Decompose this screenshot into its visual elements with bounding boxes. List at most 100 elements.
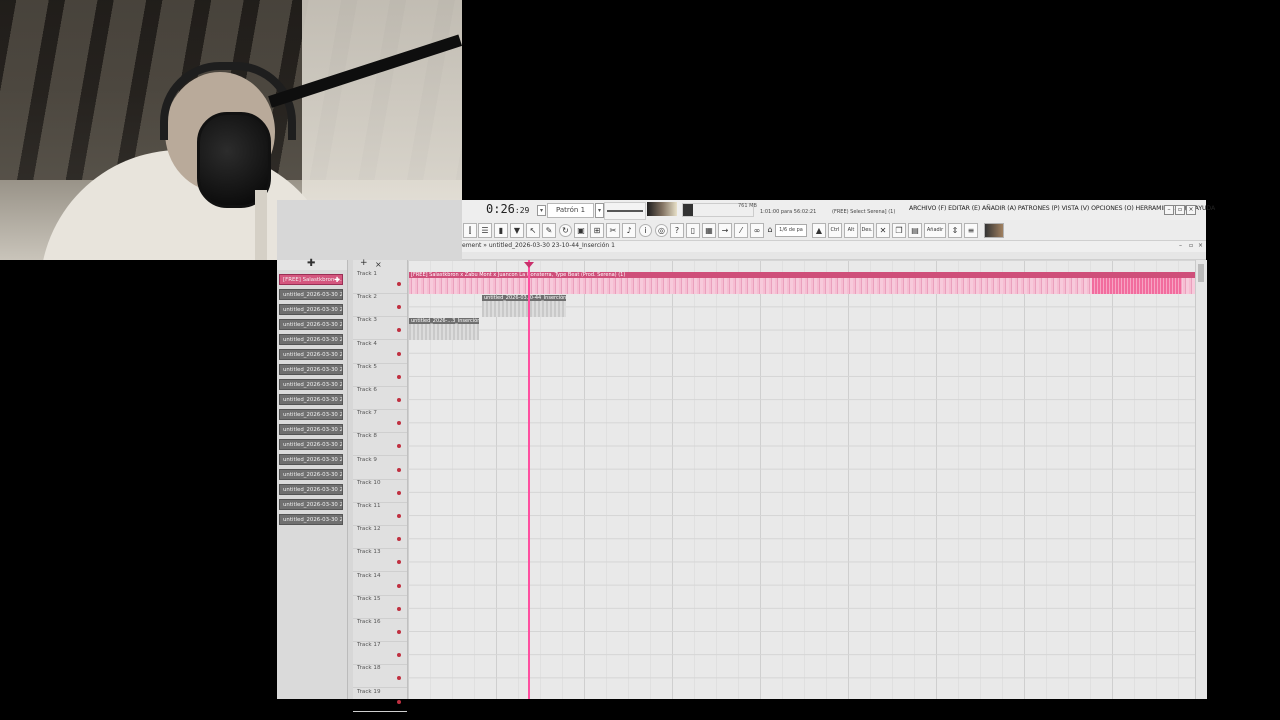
close-track-icon[interactable]: ×: [375, 260, 382, 269]
track-header[interactable]: Track 17: [353, 641, 407, 666]
brush-icon[interactable]: ✎: [542, 223, 556, 238]
track-mute-icon[interactable]: [397, 305, 401, 310]
track-mute-icon[interactable]: [397, 537, 401, 542]
track-mute-icon[interactable]: [397, 282, 401, 286]
vertical-scrollbar[interactable]: [1195, 260, 1207, 699]
minimize-playlist-icon[interactable]: –: [1179, 242, 1182, 249]
track-header[interactable]: Track 5: [353, 363, 407, 387]
picker-clip[interactable]: untitled_2026-03-30 23-...: [279, 379, 343, 390]
picker-clip[interactable]: untitled_2026-03-30 23-...: [279, 364, 343, 375]
minimize-icon[interactable]: –: [1164, 205, 1174, 215]
playhead[interactable]: [528, 260, 530, 699]
picker-clip[interactable]: untitled_2026-03-30 23-...: [279, 349, 343, 360]
track-mute-icon[interactable]: [397, 444, 401, 449]
track-header[interactable]: Track 1: [353, 270, 407, 294]
des-button[interactable]: Des.: [860, 223, 874, 238]
playlist-grid[interactable]: [408, 260, 1195, 699]
online-icon[interactable]: ◎: [655, 224, 668, 237]
pattern-dropdown-icon[interactable]: ▾: [595, 203, 604, 218]
track-mute-icon[interactable]: [397, 606, 401, 611]
track-mute-icon[interactable]: [397, 490, 401, 495]
track-mute-icon[interactable]: [397, 351, 401, 356]
track-header[interactable]: Track 13: [353, 548, 407, 573]
close-playlist-icon[interactable]: ×: [1198, 242, 1203, 249]
timeline-ruler[interactable]: [462, 252, 1206, 260]
pattern-selector[interactable]: Patrón 1: [547, 203, 594, 218]
playlist-icon[interactable]: ☰: [478, 223, 492, 238]
picker-clip[interactable]: [FREE] Salastkbron a... ✚: [279, 274, 343, 285]
snap-selector[interactable]: 1/6 de pa: [775, 224, 807, 237]
delete-icon[interactable]: ✕: [876, 223, 890, 238]
loop-icon[interactable]: ↻: [559, 224, 572, 237]
track-mute-icon[interactable]: [397, 676, 401, 681]
track-mute-icon[interactable]: [397, 514, 401, 518]
picker-clip[interactable]: untitled_2026-03-30 23-...: [279, 469, 343, 480]
track-mute-icon[interactable]: [397, 398, 401, 402]
track-mute-icon[interactable]: [397, 467, 401, 472]
add-icon[interactable]: ✚: [307, 258, 315, 269]
picker-clip[interactable]: untitled_2026-03-30 23-...: [279, 514, 343, 525]
audio-clip-main[interactable]: [FREE] Salastkbron x Zabu Mont x Juancon…: [409, 272, 1195, 294]
track-header[interactable]: Track 16: [353, 618, 407, 642]
audio-clip-b[interactable]: untitled_2026-...3_Inserción1: [409, 318, 479, 340]
track-header[interactable]: Track 8: [353, 432, 407, 457]
track-mute-icon[interactable]: [397, 328, 401, 333]
track-header[interactable]: Track 3: [353, 316, 407, 341]
picker-clip[interactable]: untitled_2026-03-30 23-...: [279, 394, 343, 405]
cursor-icon[interactable]: ↖: [526, 223, 540, 238]
doc-icon[interactable]: ▯: [686, 223, 700, 238]
picker-clip[interactable]: untitled_2026-03-30 23-...: [279, 439, 343, 450]
track-header[interactable]: Track 11: [353, 502, 407, 526]
track-header[interactable]: Track 19: [353, 688, 407, 712]
picker-clip[interactable]: untitled_2026-03-30 23-...: [279, 499, 343, 510]
picker-clip[interactable]: untitled_2026-03-30 23-...: [279, 454, 343, 465]
track-header[interactable]: Track 9: [353, 456, 407, 480]
track-header[interactable]: Track 2: [353, 293, 407, 318]
track-header[interactable]: Track 7: [353, 409, 407, 434]
track-mute-icon[interactable]: [397, 699, 401, 704]
track-header[interactable]: Track 12: [353, 525, 407, 550]
track-header[interactable]: Track 4: [353, 340, 407, 364]
copy-icon[interactable]: ❐: [892, 223, 906, 238]
track-header[interactable]: Track 6: [353, 386, 407, 410]
scissors-icon[interactable]: ✂: [606, 223, 620, 238]
track-header[interactable]: Track 14: [353, 572, 407, 596]
maximize-playlist-icon[interactable]: ▫: [1189, 242, 1193, 249]
restore-icon[interactable]: ▫: [1175, 205, 1185, 215]
clock-dropdown-icon[interactable]: ▾: [537, 205, 546, 216]
picker-clip[interactable]: untitled_2026-03-30 23-...: [279, 484, 343, 495]
clip-add-icon[interactable]: ✚: [334, 275, 340, 284]
close-icon[interactable]: ×: [1186, 205, 1196, 215]
ctrl-button[interactable]: Ctrl: [828, 223, 842, 238]
track-mute-icon[interactable]: [397, 421, 401, 426]
track-mute-icon[interactable]: [397, 374, 401, 379]
track-mute-icon[interactable]: [397, 560, 401, 565]
zoom-icon[interactable]: ⇕: [948, 223, 962, 238]
help-icon[interactable]: ?: [670, 223, 684, 238]
mic-icon[interactable]: ♪: [622, 223, 636, 238]
link-icon[interactable]: ∞: [750, 223, 764, 238]
song-position-clock[interactable]: 0:26:29: [486, 202, 529, 216]
pencil-icon[interactable]: ⁄: [734, 223, 748, 238]
picker-clip[interactable]: untitled_2026-03-30 23-...: [279, 409, 343, 420]
grid-icon[interactable]: ⊞: [590, 223, 604, 238]
picker-clip[interactable]: untitled_2026-03-30 23-...: [279, 289, 343, 300]
track-mute-icon[interactable]: [397, 583, 401, 588]
plugin-icon[interactable]: ▼: [510, 223, 524, 238]
paste-icon[interactable]: ▤: [908, 223, 922, 238]
piano-icon[interactable]: ▮: [494, 223, 508, 238]
stamp-icon[interactable]: ▲: [812, 223, 826, 238]
picker-clip[interactable]: untitled_2026-03-30 23-...: [279, 304, 343, 315]
scrollbar-thumb[interactable]: [1198, 264, 1204, 282]
track-mute-icon[interactable]: [397, 630, 401, 634]
add-track-icon[interactable]: +: [360, 258, 368, 268]
info-icon[interactable]: i: [639, 224, 652, 237]
mixer-icon[interactable]: ⫿: [463, 223, 477, 238]
save-icon[interactable]: ▣: [574, 223, 588, 238]
alt-button[interactable]: Alt: [844, 223, 858, 238]
track-mute-icon[interactable]: [397, 653, 401, 658]
lines-icon[interactable]: ≡: [964, 223, 978, 238]
add-button[interactable]: Añadir: [924, 223, 946, 238]
track-header[interactable]: Track 15: [353, 595, 407, 619]
keyboard-icon[interactable]: ▦: [702, 223, 716, 238]
